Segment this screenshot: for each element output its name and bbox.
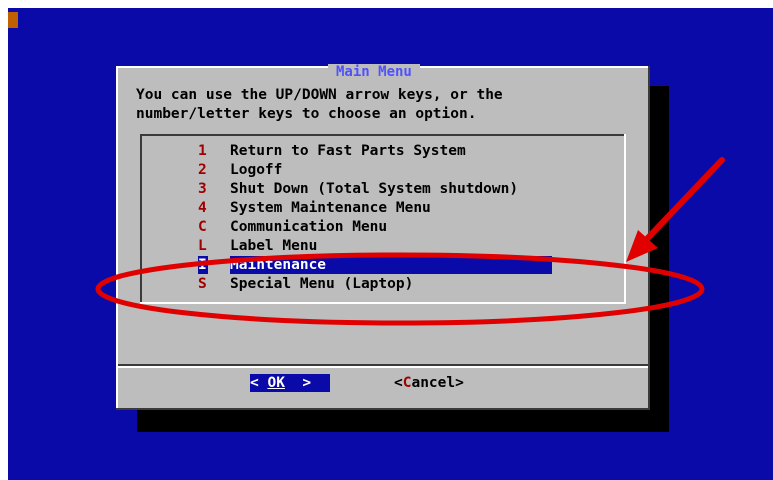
red-ellipse-highlight [95, 252, 705, 326]
annotation-overlay [95, 157, 725, 326]
red-arrow-icon [641, 157, 725, 245]
